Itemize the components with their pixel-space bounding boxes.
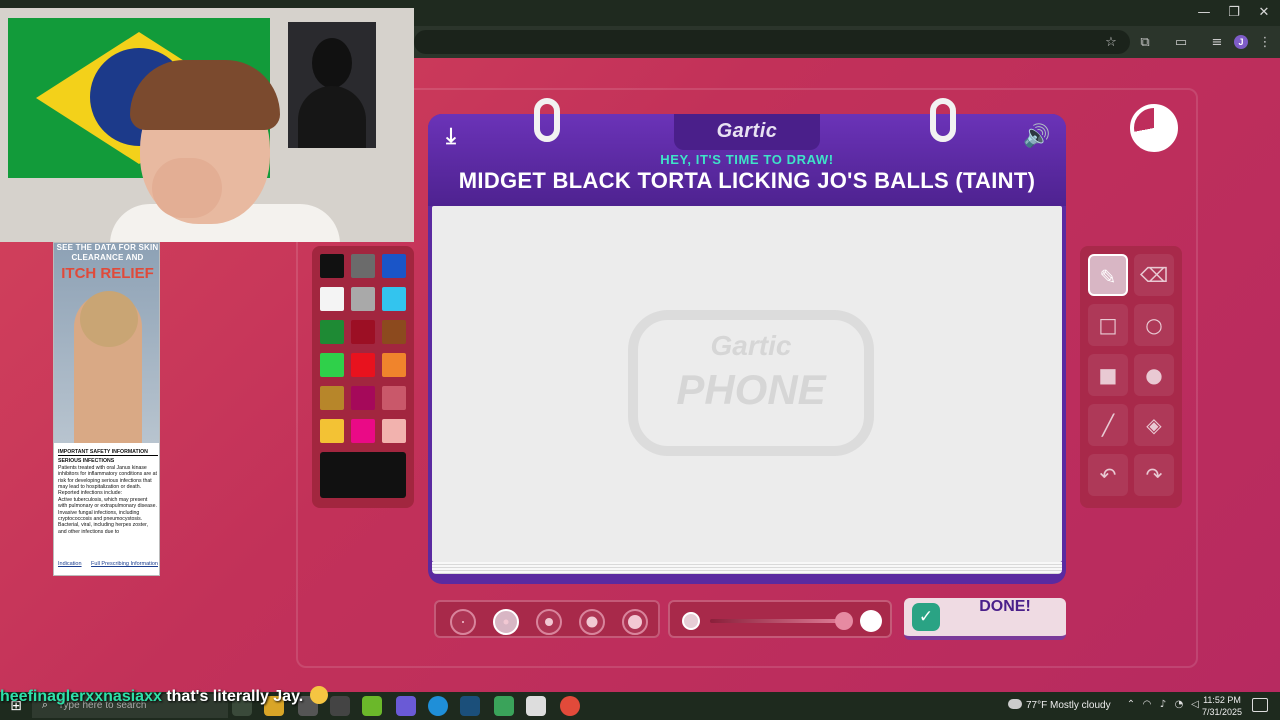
drawing-board: Gartic ⤓ 🔊 HEY, IT'S TIME TO DRAW! MIDGE… — [428, 98, 1066, 584]
fill-bucket-tool-icon[interactable]: ◈ — [1134, 404, 1174, 446]
weather-widget[interactable]: 77°F Mostly cloudy — [1008, 698, 1111, 714]
streamer-hand — [152, 158, 222, 218]
done-button[interactable]: ✓ DONE! — [904, 598, 1066, 640]
color-swatch[interactable] — [320, 386, 344, 410]
color-swatch[interactable] — [320, 419, 344, 443]
media-controls-icon[interactable]: ≡ — [1208, 34, 1226, 52]
color-swatch[interactable] — [351, 320, 375, 344]
color-swatch[interactable] — [382, 287, 406, 311]
brush-size-selector — [434, 600, 660, 638]
opacity-thumb[interactable] — [835, 612, 853, 630]
brush-size-option[interactable] — [579, 609, 605, 635]
color-swatch[interactable] — [351, 254, 375, 278]
color-swatch[interactable] — [382, 254, 406, 278]
color-swatch[interactable] — [320, 320, 344, 344]
ad-prescribing-link[interactable]: Full Prescribing Information — [91, 561, 158, 567]
ellipse-fill-tool-icon[interactable]: ● — [1134, 354, 1174, 396]
color-swatch[interactable] — [351, 353, 375, 377]
drawing-canvas[interactable]: Gartic PHONE — [432, 206, 1062, 562]
canvas-page-edge — [432, 562, 1062, 574]
capcut-icon[interactable] — [526, 696, 546, 716]
opacity-slider[interactable] — [668, 600, 892, 638]
wifi-icon[interactable]: ◔ — [1172, 698, 1186, 712]
brush-size-option[interactable] — [493, 609, 519, 635]
edge-icon[interactable] — [428, 696, 448, 716]
brush-size-option[interactable] — [622, 609, 648, 635]
chevron-up-icon[interactable]: ⌃ — [1124, 698, 1138, 712]
extensions-icon[interactable]: ⧉ — [1136, 34, 1154, 52]
system-clock[interactable]: 11:52 PM 7/31/2025 — [1200, 694, 1244, 718]
network-icon[interactable]: ◠ — [1140, 698, 1154, 712]
color-swatch[interactable] — [320, 353, 344, 377]
undo-tool-icon[interactable]: ↶ — [1088, 454, 1128, 496]
taskbar-app-icon[interactable] — [494, 696, 514, 716]
webcam-overlay — [0, 8, 414, 242]
chat-username: heefinaglerxxnasiaxx — [0, 688, 162, 705]
cast-icon[interactable]: ▭ — [1172, 34, 1190, 52]
opacity-indicator — [682, 612, 700, 630]
ad-safety-info: IMPORTANT SAFETY INFORMATION SERIOUS INF… — [58, 449, 158, 535]
cloud-icon — [1008, 699, 1022, 709]
redo-tool-icon[interactable]: ↷ — [1134, 454, 1174, 496]
prompt-label: HEY, IT'S TIME TO DRAW! — [660, 152, 834, 167]
ad-headline-accent: ITCH RELIEF — [61, 265, 154, 282]
binder-ring-right — [930, 98, 956, 142]
color-swatch[interactable] — [382, 353, 406, 377]
color-swatch[interactable] — [351, 287, 375, 311]
color-palette — [312, 246, 414, 508]
side-advertisement[interactable]: SEE THE DATA FOR SKIN CLEARANCE AND ITCH… — [53, 242, 160, 576]
close-button[interactable]: ✕ — [1248, 4, 1280, 22]
chat-text: that's literally Jay. — [166, 688, 304, 705]
drawing-prompt: MIDGET BLACK TORTA LICKING JO'S BALLS (T… — [458, 168, 1036, 193]
line-tool-icon[interactable]: ╱ — [1088, 404, 1128, 446]
restore-button[interactable]: ❐ — [1218, 4, 1250, 22]
gartic-logo: Gartic — [716, 120, 778, 142]
opacity-max-indicator — [860, 610, 882, 632]
color-swatch[interactable] — [351, 386, 375, 410]
ad-indication-link[interactable]: Indication — [58, 561, 82, 567]
sound-icon[interactable]: 🔊 — [1022, 122, 1052, 152]
binder-ring-left — [534, 98, 560, 142]
rectangle-outline-tool-icon[interactable]: □ — [1088, 304, 1128, 346]
minimize-button[interactable]: — — [1188, 4, 1220, 22]
color-swatch[interactable] — [320, 254, 344, 278]
microphone-icon[interactable]: ♪ — [1156, 698, 1170, 712]
color-swatch[interactable] — [382, 386, 406, 410]
ad-headline: SEE THE DATA FOR SKIN CLEARANCE AND — [56, 243, 159, 262]
steam-icon[interactable] — [460, 696, 480, 716]
browser-menu-icon[interactable]: ⋮ — [1256, 34, 1274, 52]
timer-icon — [1130, 104, 1178, 152]
stream-chat-message: heefinaglerxxnasiaxx that's literally Ja… — [0, 686, 328, 708]
ellipse-outline-tool-icon[interactable]: ○ — [1134, 304, 1174, 346]
pencil-tool-icon[interactable]: ✎ — [1088, 254, 1128, 296]
discord-icon[interactable] — [396, 696, 416, 716]
address-bar[interactable] — [414, 30, 1130, 54]
streamer-hair — [130, 60, 280, 130]
emoji-icon — [309, 686, 328, 704]
checkmark-icon: ✓ — [912, 603, 940, 631]
eraser-tool-icon[interactable]: ⌫ — [1134, 254, 1174, 296]
nvidia-icon[interactable] — [362, 696, 382, 716]
profile-avatar[interactable]: J — [1234, 35, 1248, 49]
color-swatch[interactable] — [382, 320, 406, 344]
chrome-icon[interactable] — [560, 696, 580, 716]
notification-icon[interactable] — [1252, 698, 1268, 712]
tool-panel: ✎ ⌫ □ ○ ■ ● ╱ ◈ ↶ ↷ — [1080, 246, 1182, 508]
color-swatch[interactable] — [382, 419, 406, 443]
brush-size-option[interactable] — [450, 609, 476, 635]
wall-poster-image — [288, 22, 376, 148]
taskbar-app-icon[interactable] — [330, 696, 350, 716]
opacity-track[interactable] — [710, 619, 846, 623]
download-icon[interactable]: ⤓ — [436, 122, 466, 152]
rectangle-fill-tool-icon[interactable]: ■ — [1088, 354, 1128, 396]
brush-size-option[interactable] — [536, 609, 562, 635]
current-color-preview — [320, 452, 406, 498]
bookmark-star-icon[interactable]: ☆ — [1102, 34, 1120, 52]
color-swatch[interactable] — [351, 419, 375, 443]
color-swatch[interactable] — [320, 287, 344, 311]
